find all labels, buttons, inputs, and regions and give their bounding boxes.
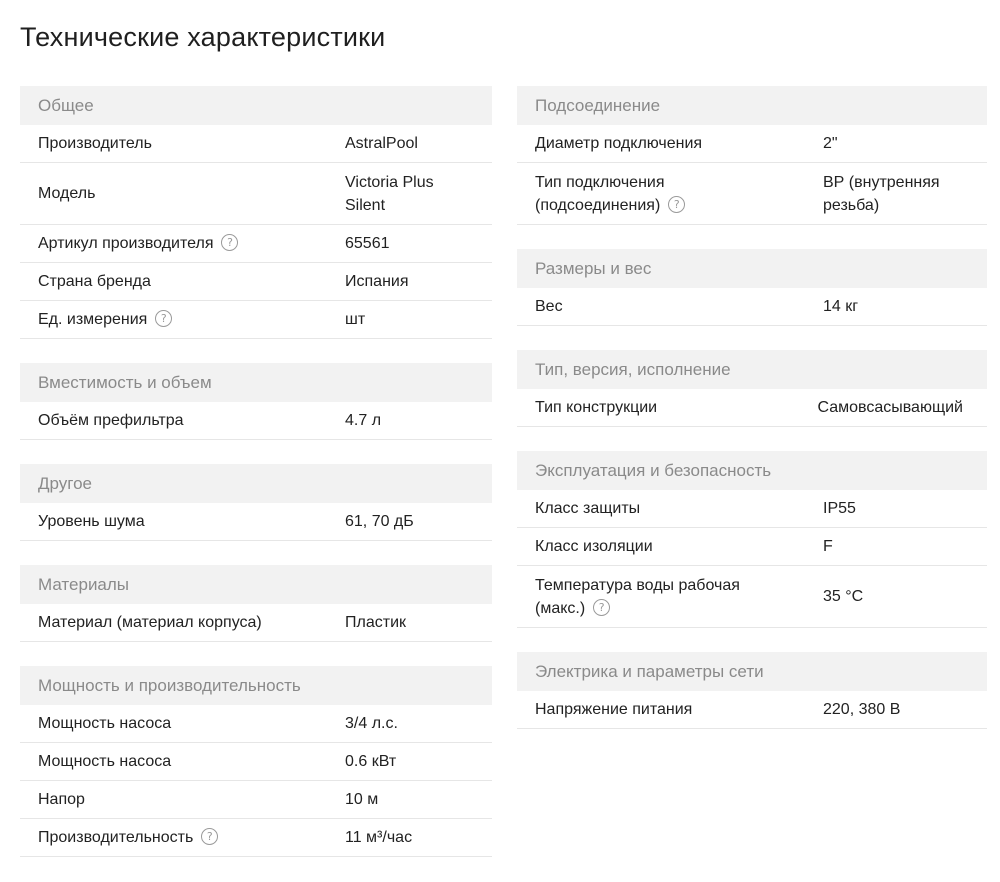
spec-value: Victoria Plus Silent bbox=[345, 173, 434, 214]
section-header: Электрика и параметры сети bbox=[517, 652, 987, 691]
spec-name: Производительность bbox=[38, 829, 194, 846]
section-dimensions: Размеры и вес Вес 14 кг bbox=[517, 249, 987, 326]
spec-name: Диаметр подключения bbox=[535, 135, 703, 152]
help-icon[interactable]: ? bbox=[593, 598, 611, 616]
spec-value: ВР (внутренняя резьба) bbox=[823, 173, 940, 214]
spec-row: Вес 14 кг bbox=[517, 288, 987, 326]
spec-name: Уровень шума bbox=[38, 513, 145, 530]
section-power: Мощность и производительность Мощность н… bbox=[20, 666, 492, 857]
spec-value: F bbox=[823, 538, 833, 555]
spec-name: Класс защиты bbox=[535, 500, 641, 517]
spec-value: шт bbox=[345, 311, 366, 328]
spec-row: Диаметр подключения 2" bbox=[517, 125, 987, 163]
spec-name: Напряжение питания bbox=[535, 701, 693, 718]
section-other: Другое Уровень шума 61, 70 дБ bbox=[20, 464, 492, 541]
spec-row: Тип конструкции Самовсасывающий bbox=[517, 389, 987, 427]
spec-row: Класс защиты IP55 bbox=[517, 490, 987, 528]
section-header: Другое bbox=[20, 464, 492, 503]
spec-name: Класс изоляции bbox=[535, 538, 653, 555]
section-safety: Эксплуатация и безопасность Класс защиты… bbox=[517, 451, 987, 628]
section-header: Вместимость и объем bbox=[20, 363, 492, 402]
spec-name: Мощность насоса bbox=[38, 753, 172, 770]
section-header: Общее bbox=[20, 86, 492, 125]
spec-value: 65561 bbox=[345, 235, 390, 252]
spec-name: Производитель bbox=[38, 135, 152, 152]
spec-name: Страна бренда bbox=[38, 273, 151, 290]
section-connection: Подсоединение Диаметр подключения 2" Тип… bbox=[517, 86, 987, 225]
section-type: Тип, версия, исполнение Тип конструкции … bbox=[517, 350, 987, 427]
spec-value: 0.6 кВт bbox=[345, 753, 397, 770]
section-materials: Материалы Материал (материал корпуса) Пл… bbox=[20, 565, 492, 642]
spec-name: Материал (материал корпуса) bbox=[38, 614, 262, 631]
spec-value: Пластик bbox=[345, 614, 406, 631]
section-header: Материалы bbox=[20, 565, 492, 604]
spec-value: 4.7 л bbox=[345, 412, 382, 429]
spec-row: Мощность насоса 3/4 л.с. bbox=[20, 705, 492, 743]
section-electrical: Электрика и параметры сети Напряжение пи… bbox=[517, 652, 987, 729]
spec-value: Самовсасывающий bbox=[817, 399, 963, 416]
spec-row: Напор 10 м bbox=[20, 781, 492, 819]
help-icon[interactable]: ? bbox=[668, 195, 686, 213]
spec-row: Объём префильтра 4.7 л bbox=[20, 402, 492, 440]
section-header: Мощность и производительность bbox=[20, 666, 492, 705]
page-title: Технические характеристики bbox=[20, 22, 386, 52]
help-icon[interactable]: ? bbox=[201, 828, 219, 846]
spec-row: Тип подключения (подсоединения)? ВР (вну… bbox=[517, 163, 987, 225]
spec-name: Тип конструкции bbox=[535, 399, 658, 416]
section-header: Эксплуатация и безопасность bbox=[517, 451, 987, 490]
spec-value: AstralPool bbox=[345, 135, 418, 152]
spec-row: Уровень шума 61, 70 дБ bbox=[20, 503, 492, 541]
help-icon[interactable]: ? bbox=[221, 234, 239, 252]
spec-name: Мощность насоса bbox=[38, 715, 172, 732]
spec-row: Производитель AstralPool bbox=[20, 125, 492, 163]
section-header: Подсоединение bbox=[517, 86, 987, 125]
spec-value: Испания bbox=[345, 273, 409, 290]
spec-row: Температура воды рабочая (макс.)? 35 °C bbox=[517, 566, 987, 628]
spec-row: Напряжение питания 220, 380 В bbox=[517, 691, 987, 729]
spec-row: Класс изоляции F bbox=[517, 528, 987, 566]
help-icon[interactable]: ? bbox=[155, 310, 173, 328]
spec-value: 220, 380 В bbox=[823, 701, 901, 718]
spec-value: 10 м bbox=[345, 791, 379, 808]
spec-name: Артикул производителя bbox=[38, 235, 214, 252]
spec-value: 61, 70 дБ bbox=[345, 513, 414, 530]
spec-value: IP55 bbox=[823, 500, 856, 517]
spec-value: 11 м³/час bbox=[345, 829, 413, 846]
spec-row: Мощность насоса 0.6 кВт bbox=[20, 743, 492, 781]
spec-name: Вес bbox=[535, 298, 563, 315]
spec-name: Модель bbox=[38, 185, 96, 202]
section-capacity: Вместимость и объем Объём префильтра 4.7… bbox=[20, 363, 492, 440]
spec-row: Материал (материал корпуса) Пластик bbox=[20, 604, 492, 642]
spec-name: Тип подключения (подсоединения) bbox=[535, 173, 665, 214]
specs-right-column: Подсоединение Диаметр подключения 2" Тип… bbox=[517, 86, 987, 753]
spec-row: Модель Victoria Plus Silent bbox=[20, 163, 492, 225]
section-header: Размеры и вес bbox=[517, 249, 987, 288]
spec-value: 14 кг bbox=[823, 298, 859, 315]
spec-row: Артикул производителя? 65561 bbox=[20, 225, 492, 263]
spec-row: Страна бренда Испания bbox=[20, 263, 492, 301]
spec-row: Производительность? 11 м³/час bbox=[20, 819, 492, 857]
spec-name: Объём префильтра bbox=[38, 412, 184, 429]
spec-name: Температура воды рабочая (макс.) bbox=[535, 576, 740, 617]
specs-left-column: Общее Производитель AstralPool Модель Vi… bbox=[20, 86, 492, 881]
spec-value: 2" bbox=[823, 135, 838, 152]
section-general: Общее Производитель AstralPool Модель Vi… bbox=[20, 86, 492, 339]
spec-row: Ед. измерения? шт bbox=[20, 301, 492, 339]
spec-value: 3/4 л.с. bbox=[345, 715, 398, 732]
spec-value: 35 °C bbox=[823, 588, 864, 605]
section-header: Тип, версия, исполнение bbox=[517, 350, 987, 389]
spec-name: Напор bbox=[38, 791, 85, 808]
spec-name: Ед. измерения bbox=[38, 311, 148, 328]
